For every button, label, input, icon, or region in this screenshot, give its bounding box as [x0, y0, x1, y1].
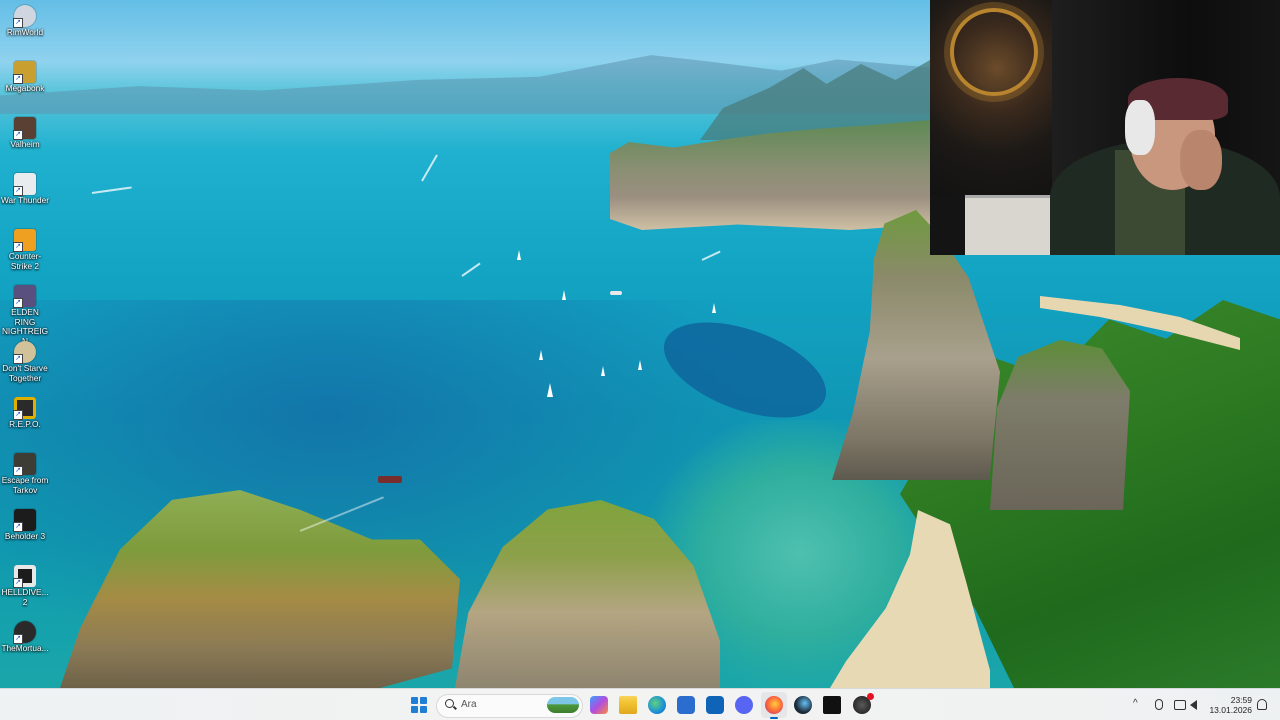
microphone-icon[interactable]: [1155, 699, 1163, 710]
desktop-icon-valheim[interactable]: ↗ Valheim: [0, 112, 50, 150]
desktop-icon-dont-starve-together[interactable]: ↗ Don't Starve Together: [0, 336, 50, 383]
desktop-icon-war-thunder[interactable]: ↗ War Thunder: [0, 168, 50, 206]
edge-browser-icon[interactable]: [648, 696, 666, 714]
file-explorer-icon[interactable]: [619, 696, 637, 714]
rimworld-icon: ↗: [13, 5, 36, 28]
search-placeholder: Ara: [461, 699, 477, 710]
chevron-up-icon[interactable]: ^: [1133, 698, 1145, 710]
webcam-overlay: [930, 0, 1280, 255]
microsoft-store-icon[interactable]: [677, 696, 695, 714]
boat-wake: [421, 154, 438, 182]
desktop-icon-rimworld[interactable]: ↗ RimWorld: [0, 0, 50, 38]
search-icon: [445, 699, 454, 708]
system-tray: ^: [1130, 689, 1210, 720]
beholder-icon: ↗: [13, 509, 36, 532]
counter-strike-icon: ↗: [13, 229, 36, 252]
desktop-icon-label: Megabonk: [5, 83, 45, 93]
megabonk-icon: ↗: [13, 61, 36, 84]
desktop-icon-the-mortuary[interactable]: ↗ TheMortua...: [0, 616, 50, 654]
windows-logo-tile: [419, 705, 427, 713]
taskbar-search-box[interactable]: Ara: [436, 694, 583, 718]
desktop-icon-helldivers-2[interactable]: ↗ HELLDIVE... 2: [0, 560, 50, 607]
sailboat: [517, 250, 521, 260]
headphones: [1125, 100, 1155, 155]
motorboat: [610, 291, 622, 295]
person-hand: [1180, 130, 1222, 190]
desktop-icon-label: HELLDIVE... 2: [1, 587, 49, 607]
boat-wake: [701, 250, 721, 261]
desktop-icon-label: TheMortua...: [1, 643, 49, 653]
boat-wake: [91, 186, 132, 194]
desktop-icon-label: RimWorld: [6, 27, 44, 37]
windows-logo-tile: [411, 705, 419, 713]
desktop-icon-label: Escape from Tarkov: [1, 475, 49, 495]
desktop-icon-escape-from-tarkov[interactable]: ↗ Escape from Tarkov: [0, 448, 50, 495]
war-thunder-icon: ↗: [13, 173, 36, 196]
desktop-icon-counter-strike-2[interactable]: ↗ Counter-Strike 2: [0, 224, 50, 271]
clock-time: 23:59: [1230, 695, 1252, 705]
notification-bell-icon[interactable]: [1257, 699, 1267, 710]
firefox-icon[interactable]: [765, 696, 783, 719]
clock-date: 13.01.2026: [1209, 705, 1252, 715]
longtail-boat: [378, 476, 402, 483]
elden-ring-icon: ↗: [13, 285, 36, 308]
outlook-icon[interactable]: [706, 696, 724, 714]
steam-icon[interactable]: [794, 696, 812, 714]
sailboat: [562, 290, 566, 300]
network-icon[interactable]: [1174, 700, 1186, 710]
desktop-icon-beholder-3[interactable]: ↗ Beholder 3: [0, 504, 50, 542]
desktop-icon-label: Counter-Strike 2: [8, 251, 42, 271]
desktop-icon-label: War Thunder: [1, 195, 49, 205]
desktop-icon-label: Valheim: [10, 139, 40, 149]
helldivers-icon: ↗: [13, 565, 36, 588]
recording-badge: [867, 693, 874, 700]
mortuary-icon: ↗: [13, 621, 36, 644]
valheim-icon: ↗: [13, 117, 36, 140]
repo-icon: ↗: [13, 397, 36, 420]
desktop-icon-megabonk[interactable]: ↗ Megabonk: [0, 56, 50, 94]
boat-wake: [461, 262, 481, 277]
search-highlight-image[interactable]: [547, 697, 579, 713]
obs-studio-icon[interactable]: [853, 693, 874, 714]
discord-icon[interactable]: [735, 696, 753, 714]
desktop-icon-label: R.E.P.O.: [9, 419, 41, 429]
desktop-icon-label: Don't Starve Together: [2, 363, 48, 383]
desktop-icon-label: Beholder 3: [4, 531, 46, 541]
desktop-icon-repo[interactable]: ↗ R.E.P.O.: [0, 392, 50, 430]
taskbar-clock[interactable]: 23:59 13.01.2026: [1206, 695, 1252, 715]
radiator: [965, 195, 1055, 255]
windows-logo-tile: [419, 697, 427, 705]
copilot-app-icon[interactable]: [590, 696, 608, 714]
epic-games-icon[interactable]: [823, 696, 841, 714]
tarkov-icon: ↗: [13, 453, 36, 476]
taskbar: Ara ^ 23:59 13.01.2026: [0, 688, 1280, 720]
dont-starve-icon: ↗: [13, 341, 36, 364]
limestone-cliff-headland: [610, 120, 930, 230]
windows-logo-tile: [411, 697, 419, 705]
start-button[interactable]: [411, 697, 427, 713]
volume-icon[interactable]: [1190, 700, 1197, 710]
tapestry-sun-emblem: [950, 8, 1038, 96]
desktop-icon-column: ↗ RimWorld ↗ Megabonk ↗ Valheim ↗ War Th…: [0, 0, 52, 688]
